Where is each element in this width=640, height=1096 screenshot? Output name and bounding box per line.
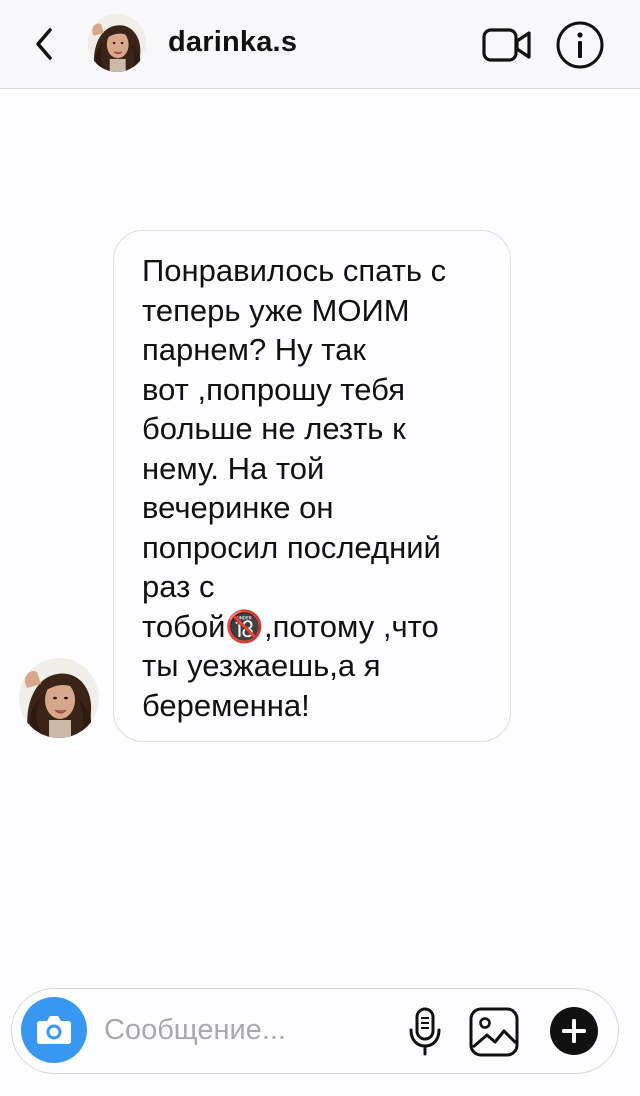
- message-line: больше не лезть к: [142, 411, 406, 446]
- info-button[interactable]: [554, 19, 606, 71]
- camera-button[interactable]: [21, 997, 87, 1063]
- microphone-icon: [409, 1007, 441, 1056]
- camera-icon: [37, 1016, 71, 1044]
- message-line: попросил последний: [142, 529, 441, 565]
- video-camera-icon: [482, 28, 531, 62]
- message-line: Понравилось спать с: [142, 253, 447, 288]
- video-call-button[interactable]: [480, 22, 536, 68]
- chevron-left-icon: [36, 28, 52, 60]
- message-line: нему. На той: [142, 450, 325, 486]
- message-line: парнем? Ну так: [142, 332, 366, 367]
- plus-icon: [550, 1007, 598, 1055]
- chat-header: darinka.s: [0, 0, 640, 89]
- info-icon: [556, 21, 604, 69]
- avatar-image: [19, 658, 99, 738]
- message-line: вот ,попрошу тебя: [142, 371, 405, 407]
- message-bubble[interactable]: Понравилось спать с теперь уже МОИМ парн…: [113, 230, 511, 742]
- message-input[interactable]: [104, 1007, 394, 1053]
- message-composer: [11, 988, 619, 1074]
- message-line: тобой🔞,потому ,что: [142, 608, 439, 644]
- back-button[interactable]: [28, 24, 64, 64]
- chat-username[interactable]: darinka.s: [168, 26, 297, 59]
- gallery-icon: [469, 1007, 519, 1057]
- message-text: Понравилось спать с теперь уже МОИМ парн…: [142, 251, 484, 725]
- message-line: беременна!: [142, 687, 310, 723]
- gallery-button[interactable]: [467, 1005, 521, 1059]
- avatar-image: [88, 14, 146, 72]
- voice-message-button[interactable]: [405, 1006, 445, 1058]
- message-line: ты уезжаешь,а я: [142, 648, 381, 683]
- message-line: раз с: [142, 569, 215, 604]
- avatar[interactable]: [88, 14, 146, 72]
- sender-avatar[interactable]: [19, 658, 99, 738]
- message-line: теперь уже МОИМ: [142, 292, 410, 328]
- message-line: вечеринке он: [142, 490, 334, 525]
- more-options-button[interactable]: [549, 1006, 599, 1056]
